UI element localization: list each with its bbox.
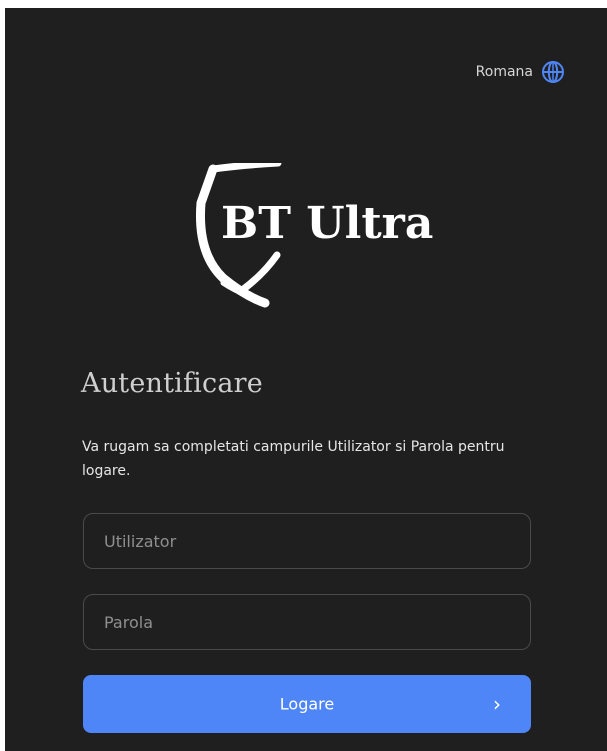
username-field[interactable] (83, 513, 531, 569)
bt-ultra-logo: BT Ultra (183, 163, 433, 313)
chevron-right-icon: › (493, 692, 501, 716)
login-button-label: Logare (279, 694, 335, 714)
language-label: Romana (475, 64, 533, 80)
globe-icon (541, 60, 565, 84)
login-panel: Romana BT Ultra Autentificare Va rugam s… (5, 8, 607, 751)
login-button[interactable]: Logare › (83, 675, 531, 733)
page-title: Autentificare (81, 368, 263, 399)
login-instructions: Va rugam sa completati campurile Utiliza… (82, 439, 505, 479)
language-selector[interactable]: Romana (476, 60, 565, 84)
password-field[interactable] (83, 594, 531, 650)
logo-text: BT Ultra (221, 198, 433, 249)
